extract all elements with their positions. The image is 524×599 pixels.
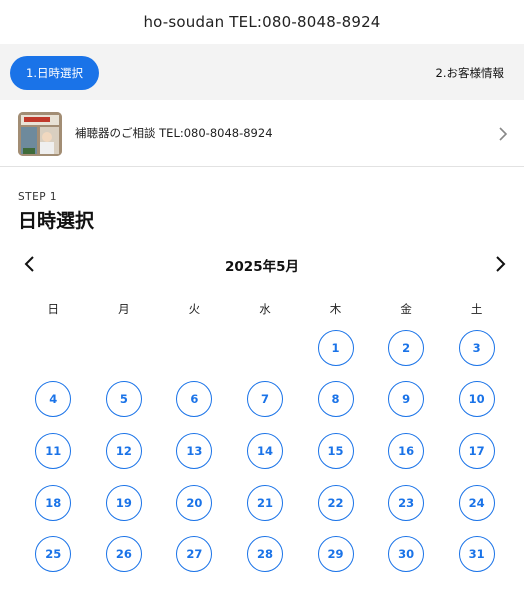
calendar-cell: 26 (89, 528, 160, 580)
calendar-cell: 4 (18, 374, 89, 426)
calendar-grid: 1 2 3 4 5 6 7 8 9 10 11 12 13 14 15 16 17 18 19 20 21 22 23 24 2… (18, 322, 512, 580)
calendar-cell: 19 (89, 477, 160, 529)
weekday-label: 土 (470, 302, 483, 316)
calendar-cell: 17 (441, 425, 512, 477)
day-button[interactable]: 6 (176, 381, 213, 418)
step-2-tab[interactable]: 2.お客様情報 (436, 56, 504, 90)
calendar-cell: 28 (230, 528, 301, 580)
calendar-cell: 10 (441, 374, 512, 426)
calendar-cell: 18 (18, 477, 89, 529)
day-button[interactable]: 12 (105, 432, 142, 469)
page-title: ho-soudan TEL:080-8048-8924 (143, 13, 381, 31)
day-button[interactable]: 10 (458, 381, 495, 418)
calendar-cell: 12 (89, 425, 160, 477)
calendar-cell: 9 (371, 374, 442, 426)
weekday-label: 木 (329, 302, 342, 316)
calendar-cell: 25 (18, 528, 89, 580)
day-button[interactable]: 11 (35, 432, 72, 469)
step-indicator: 1.日時選択 2.お客様情報 (0, 44, 524, 100)
calendar-cell: 6 (159, 374, 230, 426)
step-title: 日時選択 (18, 210, 95, 232)
weekday-label: 水 (259, 302, 271, 316)
day-button[interactable]: 19 (105, 484, 142, 521)
calendar-cell: 3 (441, 322, 512, 374)
weekday-label: 金 (400, 302, 412, 316)
calendar-cell: 7 (230, 374, 301, 426)
selected-service-row[interactable]: 補聴器のご相談 TEL:080-8048-8924 (0, 100, 524, 167)
calendar-cell: 20 (159, 477, 230, 529)
calendar-cell: 16 (371, 425, 442, 477)
day-button[interactable]: 15 (317, 432, 354, 469)
calendar: 日 月 火 水 木 金 土 1 2 3 4 5 6 7 8 9 10 11 12 13 14 15 16 17 1… (18, 296, 512, 580)
calendar-week: 18 19 20 21 22 23 24 (18, 477, 512, 529)
calendar-cell: 14 (230, 425, 301, 477)
calendar-cell: 24 (441, 477, 512, 529)
top-bar: ho-soudan TEL:080-8048-8924 (0, 0, 524, 44)
month-navigation: 2025年5月 (0, 248, 524, 280)
calendar-cell: 11 (18, 425, 89, 477)
day-button[interactable]: 27 (176, 536, 213, 573)
calendar-week: 11 12 13 14 15 16 17 (18, 425, 512, 477)
day-button[interactable]: 13 (176, 432, 213, 469)
month-label: 2025年5月 (225, 259, 299, 275)
step-label: STEP 1 (18, 191, 58, 203)
day-button[interactable]: 9 (388, 381, 425, 418)
service-name: 補聴器のご相談 TEL:080-8048-8924 (75, 126, 273, 140)
day-button[interactable]: 5 (105, 381, 142, 418)
chevron-right-icon[interactable] (492, 254, 508, 274)
chevron-right-icon[interactable] (496, 124, 510, 144)
calendar-cell: 30 (371, 528, 442, 580)
day-button[interactable]: 4 (35, 381, 72, 418)
day-button[interactable]: 16 (388, 432, 425, 469)
calendar-cell (159, 322, 230, 374)
calendar-week: 123 (18, 322, 512, 374)
day-button[interactable]: 30 (388, 536, 425, 573)
calendar-cell (230, 322, 301, 374)
calendar-cell: 15 (300, 425, 371, 477)
weekday-label: 火 (188, 302, 201, 316)
calendar-cell: 29 (300, 528, 371, 580)
shop-photo-icon (18, 112, 62, 156)
calendar-cell (18, 322, 89, 374)
calendar-week: 4 5 6 7 8 9 10 (18, 374, 512, 426)
calendar-cell: 27 (159, 528, 230, 580)
day-button[interactable]: 29 (317, 536, 354, 573)
weekday-label: 日 (47, 302, 60, 316)
calendar-cell (89, 322, 160, 374)
day-button[interactable]: 17 (458, 432, 495, 469)
calendar-cell: 2 (371, 322, 442, 374)
day-button[interactable]: 28 (246, 536, 283, 573)
calendar-cell: 21 (230, 477, 301, 529)
day-button[interactable]: 20 (176, 484, 213, 521)
day-button[interactable]: 31 (458, 536, 495, 573)
day-button[interactable]: 18 (35, 484, 72, 521)
day-button[interactable]: 21 (246, 484, 283, 521)
day-button[interactable]: 2 (388, 329, 425, 366)
calendar-cell: 31 (441, 528, 512, 580)
day-button[interactable]: 24 (458, 484, 495, 521)
day-button[interactable]: 7 (246, 381, 283, 418)
step-1-tab[interactable]: 1.日時選択 (10, 56, 99, 90)
calendar-cell: 5 (89, 374, 160, 426)
day-button[interactable]: 14 (246, 432, 283, 469)
calendar-cell: 23 (371, 477, 442, 529)
calendar-cell: 1 (300, 322, 371, 374)
day-button[interactable]: 22 (317, 484, 354, 521)
day-button[interactable]: 3 (458, 329, 495, 366)
day-button[interactable]: 25 (35, 536, 72, 573)
day-button[interactable]: 1 (317, 329, 354, 366)
calendar-week: 25 26 27 28 29 30 31 (18, 528, 512, 580)
day-button[interactable]: 23 (388, 484, 425, 521)
weekday-header: 日 月 火 水 木 金 土 (18, 296, 512, 322)
calendar-cell: 13 (159, 425, 230, 477)
day-button[interactable]: 26 (105, 536, 142, 573)
calendar-cell: 22 (300, 477, 371, 529)
calendar-cell: 8 (300, 374, 371, 426)
weekday-label: 月 (118, 302, 130, 316)
day-button[interactable]: 8 (317, 381, 354, 418)
